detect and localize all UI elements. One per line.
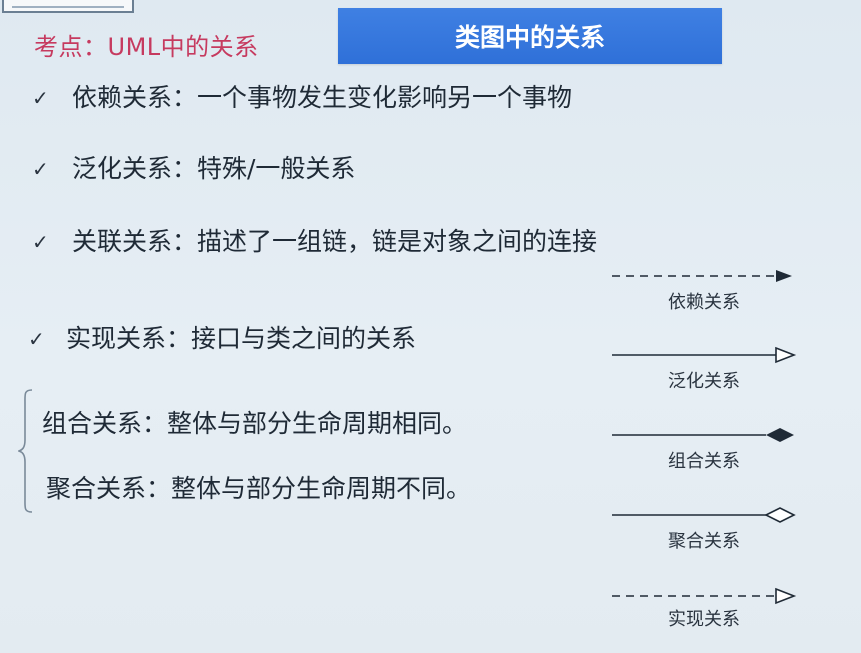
dependency-arrow-icon — [612, 270, 792, 282]
group-item-aggregation: 聚合关系：整体与部分生命周期不同。 — [46, 474, 472, 503]
legend-label-realization: 实现关系 — [668, 609, 740, 630]
legend-label-aggregation: 聚合关系 — [668, 531, 740, 552]
bullet-text: 实现关系：接口与类之间的关系 — [66, 324, 417, 353]
bullet-text: 关联关系：描述了一组链，链是对象之间的连接 — [72, 227, 598, 256]
title-banner: 类图中的关系 — [338, 8, 722, 64]
bullet-text: 泛化关系：特殊/一般关系 — [72, 154, 356, 183]
corner-frame — [2, 0, 134, 13]
group-bracket — [18, 389, 33, 513]
check-icon: ✓ — [32, 86, 49, 110]
composition-arrow-icon — [612, 428, 794, 442]
check-icon: ✓ — [32, 230, 49, 254]
topic-label: 考点：UML中的关系 — [34, 33, 259, 61]
bullet-association: ✓ 关联关系：描述了一组链，链是对象之间的连接 — [32, 225, 712, 259]
group-item-composition: 组合关系：整体与部分生命周期相同。 — [42, 409, 468, 438]
generalization-arrow-icon — [612, 346, 797, 364]
check-icon: ✓ — [28, 327, 45, 351]
realization-arrow-icon — [612, 587, 797, 605]
page-title: 类图中的关系 — [454, 23, 605, 52]
bullet-generalization: ✓ 泛化关系：特殊/一般关系 — [32, 152, 452, 186]
bullet-realization: ✓ 实现关系：接口与类之间的关系 — [28, 322, 498, 356]
aggregation-arrow-icon — [612, 507, 796, 523]
bullet-dependency: ✓ 依赖关系：一个事物发生变化影响另一个事物 — [32, 81, 652, 115]
legend-label-composition: 组合关系 — [668, 451, 740, 472]
legend-label-generalization: 泛化关系 — [668, 371, 740, 392]
legend-label-dependency: 依赖关系 — [668, 292, 740, 313]
bullet-text: 依赖关系：一个事物发生变化影响另一个事物 — [72, 83, 573, 112]
check-icon: ✓ — [32, 157, 49, 181]
